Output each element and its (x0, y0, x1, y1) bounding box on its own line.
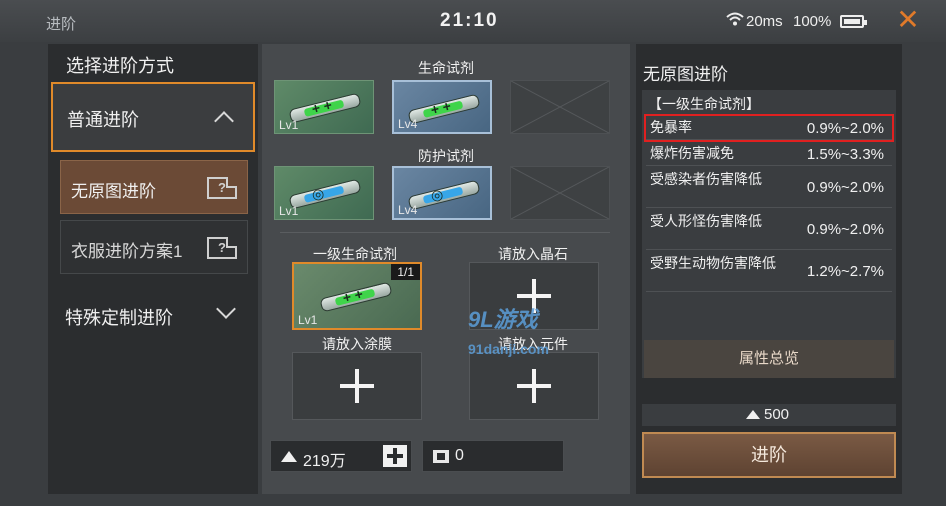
attribute-value: 0.9%~2.0% (806, 120, 884, 137)
slot-level: Lv4 (398, 203, 418, 217)
reagent-slot-life-lv4[interactable]: + + Lv4 (392, 80, 492, 134)
normal-advance-mode[interactable]: 普通进阶 (51, 82, 255, 152)
advance-label: 进阶 (751, 445, 787, 465)
slot-level: Lv1 (298, 313, 318, 327)
custom-advance-mode[interactable]: 特殊定制进阶 (51, 282, 255, 346)
count-badge: 1/1 (391, 264, 420, 280)
sub-item-label: 衣服进阶方案1 (71, 242, 183, 261)
currency-icon (746, 410, 760, 419)
attribute-name: 受野生动物伤害降低 (650, 255, 776, 271)
coating-slot[interactable] (292, 352, 422, 420)
clock: 21:10 (440, 10, 499, 31)
mode-panel: 选择进阶方式 普通进阶 无原图进阶 ? 衣服进阶方案1 ? 特殊定制进阶 (48, 44, 258, 494)
blueprint-icon: ? (207, 237, 237, 259)
syringe-icon: ◎ (288, 178, 362, 210)
attribute-row: 受人形怪伤害降低 0.9%~2.0% (646, 210, 892, 250)
attribute-row: 受感染者伤害降低 0.9%~2.0% (646, 168, 892, 208)
ping-text: 20ms (746, 13, 783, 30)
cost-value: 500 (764, 406, 790, 423)
close-icon[interactable]: ✕ (895, 6, 921, 34)
group-title-life: 生命试剂 (418, 60, 474, 76)
syringe-icon: + + (288, 92, 362, 124)
currency-icon (281, 451, 297, 462)
chip-icon (433, 450, 449, 463)
status-bar: 进阶 21:10 20ms 100% ✕ (0, 0, 946, 42)
attribute-row: 受野生动物伤害降低 1.2%~2.7% (646, 252, 892, 292)
syringe-icon: + + (319, 281, 393, 313)
summary-label: 属性总览 (738, 350, 799, 367)
add-currency-button[interactable] (383, 445, 407, 467)
attribute-summary-button[interactable]: 属性总览 (644, 340, 894, 378)
watermark-brand: 9L游戏 (468, 307, 538, 332)
currency-box: 219万 (270, 440, 412, 472)
window-title: 进阶 (46, 16, 77, 33)
attribute-value: 0.9%~2.0% (806, 221, 884, 238)
wifi-icon (726, 12, 744, 30)
reagent-slot-protection-lv4[interactable]: ◎ Lv4 (392, 166, 492, 220)
main-material-slot[interactable]: + + 1/1 Lv1 (292, 262, 422, 330)
reagent-slot-life-lv1[interactable]: + + Lv1 (274, 80, 374, 134)
mode-panel-heading: 选择进阶方式 (66, 56, 174, 76)
attribute-list: 【一级生命试剂】 免暴率 0.9%~2.0% 爆炸伤害减免 1.5%~3.3% … (642, 90, 896, 378)
attribute-group-title: 【一级生命试剂】 (648, 96, 760, 112)
attribute-name: 免暴率 (650, 119, 692, 135)
watermark-logo: 9L游戏 91danji.com (468, 302, 549, 360)
result-title: 无原图进阶 (643, 65, 728, 84)
watermark-url: 91danji.com (468, 341, 549, 357)
attribute-row: 免暴率 0.9%~2.0% (644, 114, 894, 142)
attribute-row: 爆炸伤害减免 1.5%~3.3% (646, 142, 892, 166)
plus-icon (517, 369, 551, 403)
attribute-name: 受感染者伤害降低 (650, 171, 762, 187)
chip-value: 0 (455, 447, 464, 464)
coating-slot-label: 请放入涂膜 (322, 336, 392, 352)
result-panel: 无原图进阶 【一级生命试剂】 免暴率 0.9%~2.0% 爆炸伤害减免 1.5%… (636, 44, 902, 494)
sub-item-no-blueprint[interactable]: 无原图进阶 ? (60, 160, 248, 214)
custom-advance-label: 特殊定制进阶 (65, 308, 173, 328)
advance-button[interactable]: 进阶 (642, 432, 896, 478)
blueprint-icon: ? (207, 177, 237, 199)
group-title-protection: 防护试剂 (418, 148, 474, 164)
component-slot[interactable] (469, 352, 599, 420)
currency-value: 219万 (303, 453, 346, 470)
slot-level: Lv1 (279, 118, 299, 132)
normal-advance-label: 普通进阶 (67, 110, 139, 130)
cost-bar: 500 (642, 404, 896, 426)
divider (280, 232, 610, 233)
attribute-value: 1.2%~2.7% (806, 263, 884, 280)
battery-text: 100% (793, 13, 832, 30)
attribute-value: 1.5%~3.3% (806, 146, 884, 163)
sub-item-clothing-plan[interactable]: 衣服进阶方案1 ? (60, 220, 248, 274)
reagent-slot-empty[interactable] (510, 80, 610, 134)
slot-level: Lv1 (279, 204, 299, 218)
attribute-name: 受人形怪伤害降低 (650, 213, 762, 229)
crystal-slot-label: 请放入晶石 (498, 246, 568, 262)
syringe-icon: ◎ (407, 179, 481, 211)
syringe-icon: + + (407, 93, 481, 125)
chevron-down-icon (216, 299, 236, 319)
battery-icon (840, 15, 867, 28)
attribute-value: 0.9%~2.0% (806, 179, 884, 196)
slot-level: Lv4 (398, 117, 418, 131)
sub-item-label: 无原图进阶 (71, 182, 156, 201)
reagent-slot-protection-lv1[interactable]: ◎ Lv1 (274, 166, 374, 220)
chevron-up-icon (214, 111, 234, 131)
chip-box: 0 (422, 440, 564, 472)
main-slot-label: 一级生命试剂 (313, 246, 397, 262)
plus-icon (340, 369, 374, 403)
attribute-name: 爆炸伤害减免 (650, 145, 734, 161)
material-panel: 生命试剂 + + Lv1 + + Lv4 防护试剂 ◎ Lv1 ◎ Lv4 一级… (262, 44, 630, 494)
reagent-slot-empty[interactable] (510, 166, 610, 220)
